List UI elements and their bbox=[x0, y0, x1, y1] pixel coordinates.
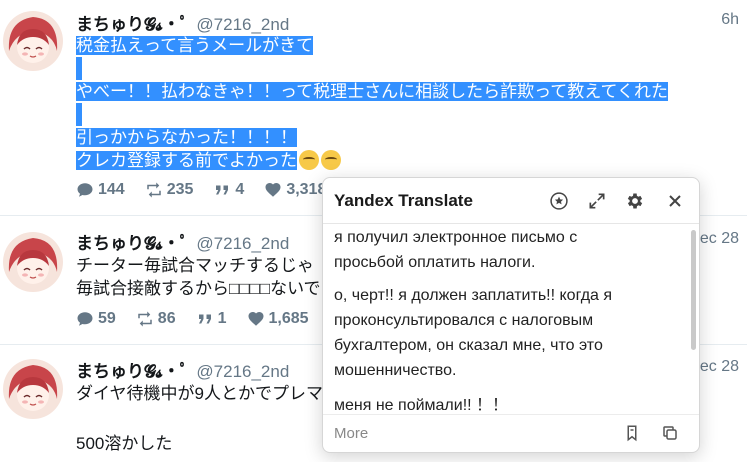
translate-popup-footer: More bbox=[323, 414, 699, 452]
retweet-button[interactable]: 235 bbox=[145, 181, 194, 199]
quote-button[interactable]: 4 bbox=[213, 181, 244, 199]
retweet-count: 235 bbox=[166, 181, 194, 198]
like-count: 3,318 bbox=[286, 181, 327, 198]
heart-icon bbox=[248, 311, 263, 326]
display-name[interactable]: まちゅり𝓖𝓼・ﾟ bbox=[76, 234, 188, 253]
translation-paragraph: меня не поймали!! ！！ bbox=[334, 397, 509, 411]
avatar[interactable] bbox=[3, 359, 63, 419]
tweet-line-blank bbox=[76, 103, 82, 126]
reply-icon bbox=[77, 312, 93, 326]
tweet-line: ダイヤ待機中が9人とかでプレマ bbox=[76, 384, 323, 403]
author-name[interactable]: まちゅり𝓖𝓼・ﾟ @7216_2nd bbox=[76, 10, 289, 35]
translation-paragraph: о, черт!! я должен заплатить!! когда я п… bbox=[334, 287, 613, 379]
tweet-text: 税金払えって言うメールがきて やべー！！払わなきゃ！！って税理士さんに相談したら… bbox=[76, 34, 668, 172]
translate-popup-header: Yandex Translate bbox=[323, 178, 699, 224]
author-name[interactable]: まちゅり𝓖𝓼・ﾟ @7216_2nd bbox=[76, 357, 289, 382]
author-handle[interactable]: @7216_2nd bbox=[196, 15, 289, 34]
like-button[interactable]: 3,318 bbox=[264, 181, 326, 199]
star-icon bbox=[550, 192, 568, 210]
like-count: 1,685 bbox=[268, 310, 309, 327]
display-name[interactable]: まちゅり𝓖𝓼・ﾟ bbox=[76, 15, 188, 34]
translate-popup-title: Yandex Translate bbox=[334, 191, 473, 210]
gear-icon bbox=[627, 193, 643, 209]
retweet-button[interactable]: 86 bbox=[136, 310, 176, 328]
tweet-line: 引っかからなかった！！！！ bbox=[76, 128, 297, 147]
tweet-line: 毎試合接敵するから□□□□ないで bbox=[76, 279, 321, 298]
tweet-line: 税金払えって言うメールがきて bbox=[76, 36, 314, 55]
quote-button[interactable]: 1 bbox=[196, 310, 227, 328]
heart-icon bbox=[265, 182, 281, 197]
relieved-emoji-icon bbox=[299, 150, 319, 170]
bookmark-button[interactable] bbox=[623, 424, 643, 444]
bookmark-icon bbox=[627, 425, 637, 442]
relieved-emoji-icon bbox=[321, 150, 341, 170]
tweet-line: やべー！！払わなきゃ！！って税理士さんに相談したら詐欺って教えてくれた bbox=[76, 82, 668, 101]
copy-button[interactable] bbox=[661, 424, 681, 444]
expand-icon bbox=[589, 193, 605, 209]
author-name[interactable]: まちゅり𝓖𝓼・ﾟ @7216_2nd bbox=[76, 229, 289, 254]
quote-icon bbox=[198, 314, 211, 324]
tweet-text: ダイヤ待機中が9人とかでプレマ 500溶かした bbox=[76, 382, 323, 455]
retweet-icon bbox=[146, 182, 161, 198]
tweet-line-blank bbox=[76, 57, 82, 80]
reply-icon bbox=[77, 183, 93, 197]
reply-button[interactable]: 59 bbox=[76, 310, 116, 328]
reply-button[interactable]: 144 bbox=[76, 181, 125, 199]
settings-button[interactable] bbox=[623, 189, 647, 213]
tweet-timestamp[interactable]: 6h bbox=[721, 11, 739, 29]
tweet-line: クレカ登録する前でよかった bbox=[76, 151, 297, 170]
translation-text: я получил электронное письмо с просьбой … bbox=[334, 225, 694, 411]
translate-popup: Yandex Translate я получил электронное п… bbox=[322, 177, 700, 453]
quote-icon bbox=[216, 185, 229, 195]
quote-count: 4 bbox=[235, 181, 245, 198]
close-button[interactable] bbox=[663, 189, 687, 213]
expand-button[interactable] bbox=[585, 189, 609, 213]
reply-count: 144 bbox=[98, 181, 125, 198]
close-icon bbox=[669, 195, 681, 207]
favorite-button[interactable] bbox=[547, 189, 571, 213]
quote-count: 1 bbox=[217, 310, 227, 327]
tweet-actions: 59 86 1 1,685 bbox=[76, 310, 309, 328]
author-handle[interactable]: @7216_2nd bbox=[196, 362, 289, 381]
retweet-icon bbox=[138, 311, 152, 327]
copy-icon bbox=[663, 426, 677, 440]
tweet-text: チーター毎試合マッチするじゃ 毎試合接敵するから□□□□ないで bbox=[76, 254, 321, 300]
tweet-line: チーター毎試合マッチするじゃ bbox=[76, 256, 314, 275]
avatar[interactable] bbox=[3, 232, 63, 292]
tweet-line: 500溶かした bbox=[76, 434, 173, 453]
translation-scrollbar[interactable] bbox=[691, 230, 696, 350]
avatar[interactable] bbox=[3, 11, 63, 71]
translation-paragraph: я получил электронное письмо с просьбой … bbox=[334, 229, 578, 271]
retweet-count: 86 bbox=[157, 310, 176, 327]
more-link[interactable]: More bbox=[334, 425, 368, 442]
like-button[interactable]: 1,685 bbox=[247, 310, 309, 328]
reply-count: 59 bbox=[98, 310, 116, 327]
display-name[interactable]: まちゅり𝓖𝓼・ﾟ bbox=[76, 362, 188, 381]
author-handle[interactable]: @7216_2nd bbox=[196, 234, 289, 253]
tweet-actions: 144 235 4 3,318 bbox=[76, 181, 326, 199]
